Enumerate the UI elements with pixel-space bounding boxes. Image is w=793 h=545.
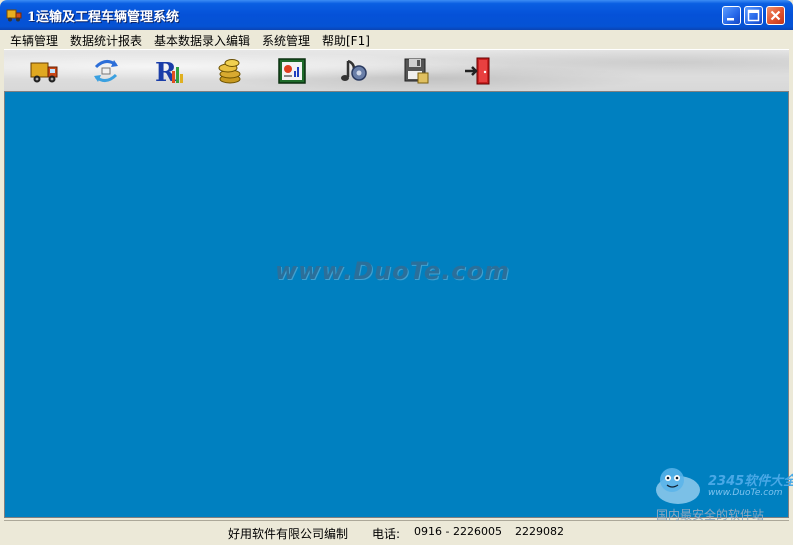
toolbar-save-button[interactable]: [400, 55, 432, 87]
report-icon: R: [155, 58, 183, 88]
menu-help[interactable]: 帮助[F1]: [322, 32, 370, 49]
save-disk-icon: [404, 58, 429, 84]
toolbar-report-button[interactable]: R: [152, 55, 184, 88]
toolbar-chart-button[interactable]: [276, 55, 308, 87]
status-phone-2: 2229082: [515, 525, 564, 538]
watermark-text: www.DuoTe.com: [275, 257, 510, 285]
app-window: 1运输及工程车辆管理系统 车辆管理 数据统计报表 基本数据录入编辑 系统管理 帮…: [0, 0, 793, 545]
menu-system-management[interactable]: 系统管理: [262, 32, 310, 49]
close-icon: [770, 10, 781, 21]
toolbar-music-button[interactable]: [338, 55, 370, 87]
menu-basic-data-entry[interactable]: 基本数据录入编辑: [154, 32, 250, 49]
mascot-icon: [656, 468, 700, 504]
truck-icon: [30, 62, 58, 83]
toolbar-transfer-button[interactable]: [90, 55, 122, 87]
logo-brand: 2345软件大全: [708, 474, 793, 489]
status-phone-1: 0916 - 2226005: [414, 525, 502, 538]
chart-board-icon: [278, 58, 306, 84]
logo-slogan: 国内最安全的软件站: [656, 508, 765, 522]
main-workspace: www.DuoTe.com: [4, 91, 789, 518]
maximize-button[interactable]: [744, 6, 763, 25]
minimize-icon: [727, 18, 734, 21]
watermark-logo: 2345软件大全 www.DuoTe.com 国内最安全的软件站: [650, 462, 793, 524]
truck-icon: [6, 7, 22, 23]
title-bar[interactable]: 1运输及工程车辆管理系统: [0, 0, 793, 30]
maximize-icon: [747, 9, 760, 22]
minimize-button[interactable]: [722, 6, 741, 25]
menu-statistics-reports[interactable]: 数据统计报表: [70, 32, 142, 49]
toolbar: R: [4, 49, 789, 92]
toolbar-coins-button[interactable]: [214, 55, 246, 87]
toolbar-exit-button[interactable]: [462, 55, 494, 87]
toolbar-truck-button[interactable]: [28, 55, 60, 87]
status-phone-label: 电话:: [372, 527, 401, 541]
status-company: 好用软件有限公司编制: [228, 527, 349, 541]
window-title: 1运输及工程车辆管理系统: [27, 10, 180, 25]
logo-domain: www.DuoTe.com: [708, 488, 783, 498]
menu-bar: 车辆管理 数据统计报表 基本数据录入编辑 系统管理 帮助[F1]: [0, 30, 793, 49]
exit-door-icon: [465, 57, 490, 85]
coins-icon: [218, 59, 241, 84]
refresh-transfer-icon: [94, 60, 118, 82]
close-button[interactable]: [766, 6, 785, 25]
menu-vehicle-management[interactable]: 车辆管理: [10, 32, 58, 49]
music-icon: [341, 59, 367, 81]
